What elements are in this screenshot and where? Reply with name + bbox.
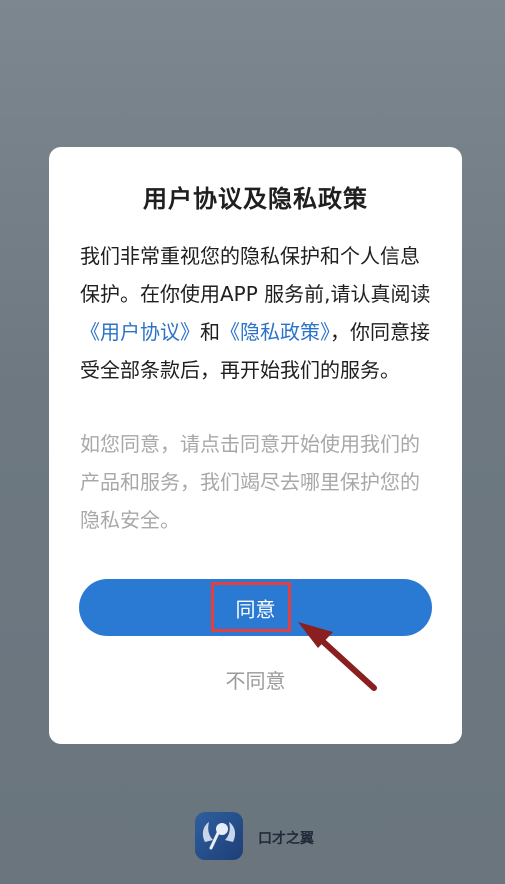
app-name: 口才之翼 xyxy=(258,831,314,847)
mic-wings-icon xyxy=(202,822,236,850)
pointer-arrow-icon xyxy=(298,622,377,691)
app-logo-icon xyxy=(195,812,243,860)
